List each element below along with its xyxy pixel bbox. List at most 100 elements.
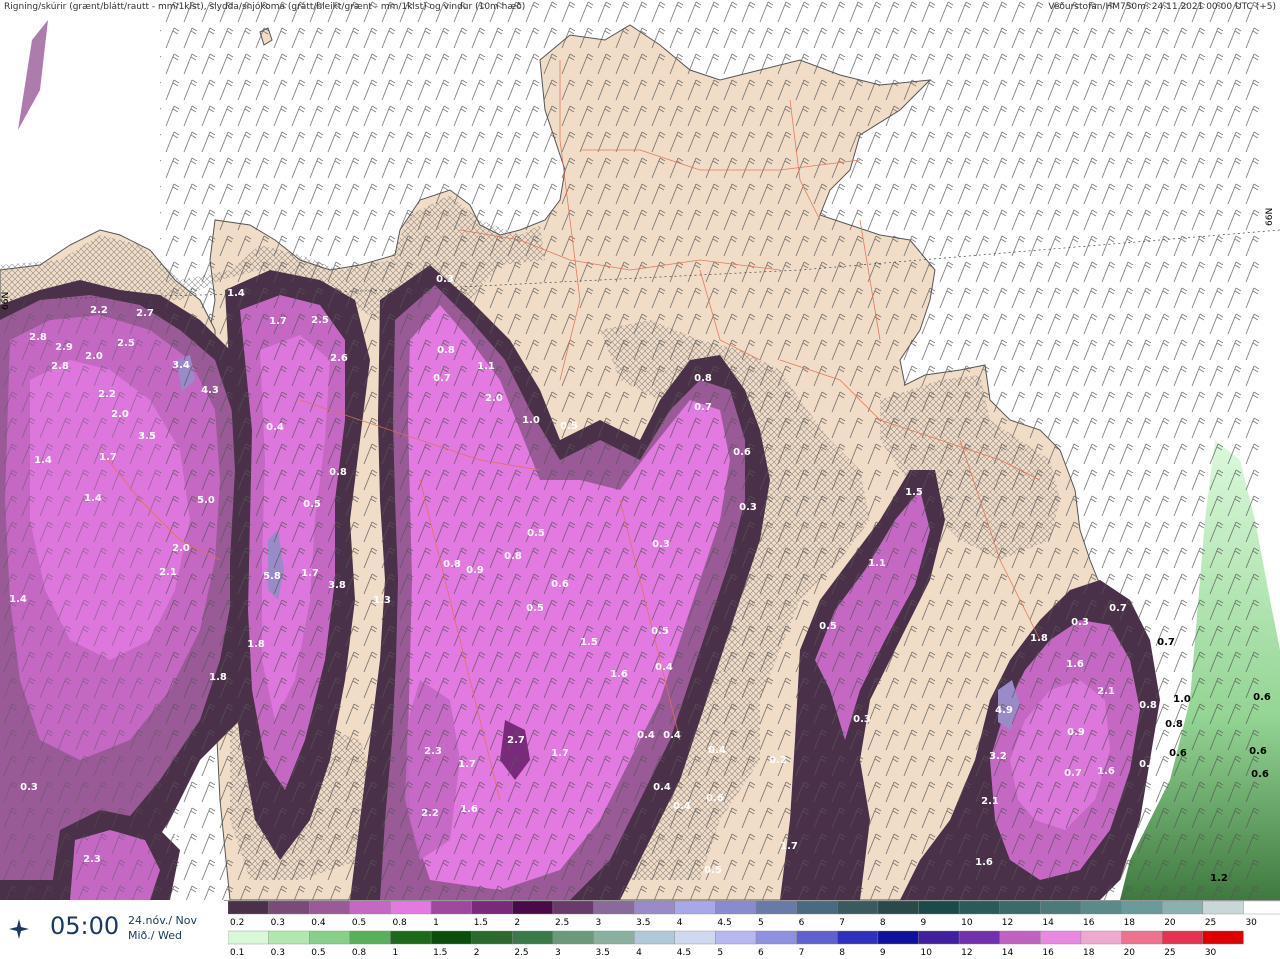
- scale-swatch: [228, 901, 269, 915]
- precip-value: 1.6: [610, 669, 628, 680]
- scale-swatch: [1080, 930, 1122, 945]
- precip-value: 0.6: [1253, 692, 1271, 703]
- precip-value: 1.0: [522, 415, 540, 426]
- precip-value: 2.6: [330, 353, 348, 364]
- precip-value: 0.8: [1165, 719, 1183, 730]
- scale-label: 4: [677, 918, 683, 928]
- scale-swatch: [958, 930, 1000, 945]
- precip-value: 1.2: [1210, 873, 1228, 884]
- precip-value: 0.9: [1067, 727, 1085, 738]
- scale-swatch: [349, 901, 391, 915]
- scale-swatch: [633, 901, 675, 915]
- scale-swatch: [228, 930, 269, 945]
- scale-swatch: [390, 901, 432, 915]
- precip-value: 3.8: [328, 580, 346, 591]
- scale-label: 4: [636, 948, 642, 958]
- scale-swatch: [471, 930, 513, 945]
- precip-value: 2.2: [98, 389, 116, 400]
- precip-value: 0.8: [329, 467, 347, 478]
- scale-label: 16: [1042, 948, 1054, 958]
- precip-value: 0.9: [466, 565, 484, 576]
- precip-value: 2.0: [485, 393, 503, 404]
- scale-label: 18: [1083, 948, 1095, 958]
- precip-value: 2.2: [421, 808, 439, 819]
- precip-value: 0.7: [694, 402, 712, 413]
- scale-label: 30: [1205, 948, 1217, 958]
- scale-swatch: [430, 901, 472, 915]
- scale-swatch: [1202, 930, 1244, 945]
- precip-value: 3.2: [989, 751, 1007, 762]
- scale-swatch: [593, 930, 635, 945]
- scale-label: 12: [961, 948, 972, 958]
- precip-value: 0.3: [20, 782, 38, 793]
- scale-swatch: [349, 930, 391, 945]
- precip-value: 1.7: [780, 841, 798, 852]
- precip-value: 1.7: [458, 759, 476, 770]
- precip-value: 1.3: [172, 831, 190, 842]
- precip-value: 1.5: [905, 487, 923, 498]
- precip-value: 0.7: [1109, 603, 1127, 614]
- precip-value: 0.8: [504, 551, 522, 562]
- scale-label: 6: [758, 948, 764, 958]
- scale-label: 18: [1124, 918, 1136, 928]
- precip-value: 2.9: [55, 342, 73, 353]
- precip-value: 2.0: [111, 409, 129, 420]
- graticule-label-west: 66N: [1, 292, 11, 310]
- precip-value: 1.8: [247, 639, 265, 650]
- precip-value: 0.4: [653, 782, 671, 793]
- scale-swatch: [430, 930, 472, 945]
- scale-label: 7: [799, 948, 805, 958]
- precip-value: 1.6: [1097, 766, 1115, 777]
- scale-label: 12: [1002, 918, 1013, 928]
- precip-value: 0.4: [673, 801, 691, 812]
- precip-value: 5.0: [197, 495, 215, 506]
- scale-swatch: [877, 930, 919, 945]
- precip-value: 1.5: [580, 637, 598, 648]
- scale-swatch: [268, 901, 310, 915]
- precip-value: 2.3: [424, 746, 442, 757]
- scale-label: 0.8: [352, 948, 367, 958]
- scale-swatch: [715, 930, 757, 945]
- forecast-weekday: Mið./ Wed: [128, 929, 182, 942]
- scale-swatch: [268, 930, 310, 945]
- scale-swatch: [512, 930, 554, 945]
- scale-swatch: [674, 930, 716, 945]
- weather-map[interactable]: 66N 66N 2.8 2.9 2.8 2.2 2.7 2.0 2.5 3.4 4.3 2.2 2.…: [0, 0, 1280, 900]
- scale-swatch: [1121, 901, 1163, 915]
- scale-swatch: [918, 901, 960, 915]
- wind-barbs-overlay: [160, 0, 1260, 900]
- precip-value: 1.6: [1066, 659, 1084, 670]
- precip-value: 2.0: [85, 351, 103, 362]
- forecast-time: 05:00: [50, 912, 120, 940]
- scale-label: 10: [921, 948, 933, 958]
- precip-value: 3.5: [138, 431, 156, 442]
- precip-value: 1.7: [269, 316, 287, 327]
- precip-value: 0.2: [769, 755, 787, 766]
- precip-value: 1.6: [460, 804, 478, 815]
- precip-value: 0.5: [651, 626, 669, 637]
- scale-label: 4.5: [717, 918, 731, 928]
- scale-swatch: [1162, 930, 1204, 945]
- scale-label: 5: [758, 918, 764, 928]
- scale-label: 8: [880, 918, 886, 928]
- precip-value: 2.7: [507, 735, 525, 746]
- precip-value: 2.5: [117, 338, 135, 349]
- precip-value: 0.5: [303, 499, 321, 510]
- scale-label: 1: [392, 948, 398, 958]
- scale-swatch: [1040, 901, 1082, 915]
- scale-swatch: [796, 930, 838, 945]
- precip-value: 1.1: [477, 361, 495, 372]
- scale-swatch: [633, 930, 675, 945]
- scale-swatch: [309, 901, 351, 915]
- precip-value: 0.6: [1249, 746, 1267, 757]
- precip-value: 1.4: [84, 493, 102, 504]
- scale-swatch: [552, 901, 594, 915]
- precip-value: 0.4: [266, 422, 284, 433]
- scale-swatch: [1080, 901, 1122, 915]
- precip-value: 1.1: [868, 558, 886, 569]
- precip-value: 2.1: [159, 567, 177, 578]
- scale-swatch: [796, 901, 838, 915]
- scale-swatch: [471, 901, 513, 915]
- precip-value: 2.1: [981, 796, 999, 807]
- scale-swatch: [918, 930, 960, 945]
